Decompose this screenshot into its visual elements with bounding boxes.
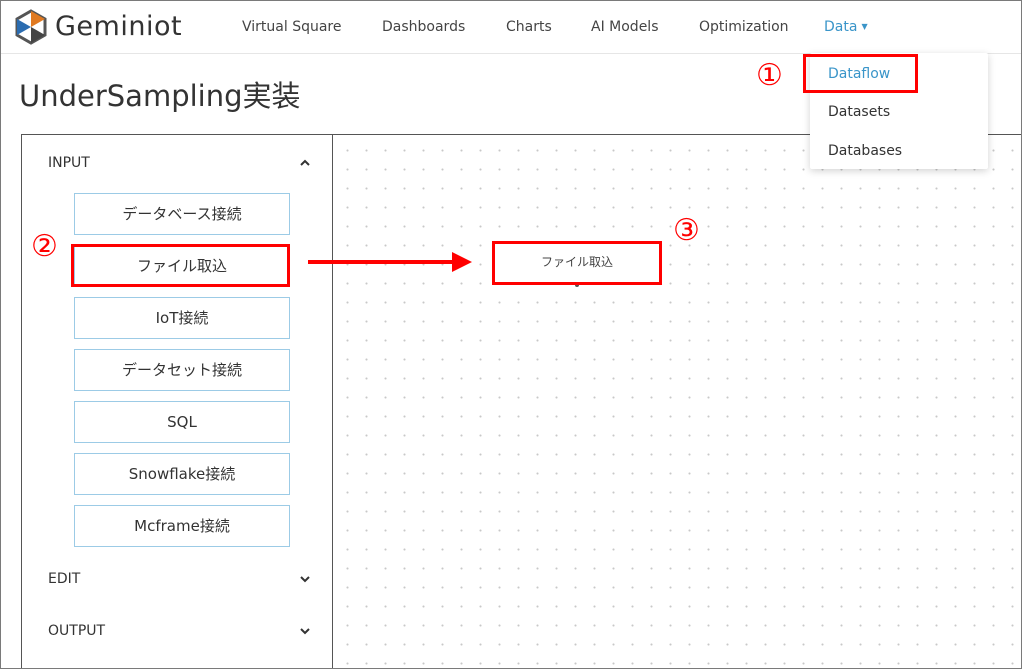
nav-ai-models[interactable]: AI Models bbox=[591, 17, 658, 37]
nav-optimization[interactable]: Optimization bbox=[699, 17, 789, 37]
annotation-highlight-file-import bbox=[71, 244, 290, 287]
menu-item-datasets[interactable]: Datasets bbox=[828, 102, 890, 122]
brand-name: Geminiot bbox=[55, 11, 183, 42]
tool-sql[interactable]: SQL bbox=[74, 401, 290, 443]
annotation-marker-1: ① bbox=[756, 58, 783, 93]
nav-charts[interactable]: Charts bbox=[506, 17, 552, 37]
annotation-highlight-canvas-node bbox=[492, 241, 662, 285]
nav-data[interactable]: Data ▼ bbox=[824, 17, 868, 37]
nav-dashboards[interactable]: Dashboards bbox=[382, 17, 465, 37]
annotation-marker-2: ② bbox=[31, 229, 58, 264]
top-navbar: Geminiot Virtual Square Dashboards Chart… bbox=[1, 1, 1021, 54]
chevron-down-icon[interactable] bbox=[298, 572, 312, 586]
page-title: UnderSampling実装 bbox=[19, 79, 301, 113]
annotation-highlight-dataflow bbox=[803, 54, 918, 93]
nav-virtual-square[interactable]: Virtual Square bbox=[242, 17, 341, 37]
nav-data-label: Data bbox=[824, 19, 858, 35]
annotation-arrow-icon bbox=[308, 252, 472, 272]
section-edit-header[interactable]: EDIT bbox=[48, 569, 80, 589]
annotation-marker-3: ③ bbox=[673, 213, 700, 248]
chevron-down-icon[interactable] bbox=[298, 624, 312, 638]
geminiot-logo-icon bbox=[15, 9, 47, 45]
tool-panel: INPUT データベース接続 ファイル取込 IoT接続 データセット接続 SQL… bbox=[21, 134, 333, 668]
section-output-header[interactable]: OUTPUT bbox=[48, 621, 105, 641]
brand-logo[interactable]: Geminiot bbox=[13, 9, 213, 45]
section-input-header[interactable]: INPUT bbox=[48, 153, 90, 173]
caret-down-icon: ▼ bbox=[861, 22, 868, 31]
tool-iot-connect[interactable]: IoT接続 bbox=[74, 297, 290, 339]
app-window: Geminiot Virtual Square Dashboards Chart… bbox=[0, 0, 1022, 669]
tool-dataset-connect[interactable]: データセット接続 bbox=[74, 349, 290, 391]
chevron-up-icon[interactable] bbox=[298, 156, 312, 170]
tool-database-connect[interactable]: データベース接続 bbox=[74, 193, 290, 235]
tool-snowflake-connect[interactable]: Snowflake接続 bbox=[74, 453, 290, 495]
tool-mcframe-connect[interactable]: Mcframe接続 bbox=[74, 505, 290, 547]
menu-item-databases[interactable]: Databases bbox=[828, 141, 902, 161]
